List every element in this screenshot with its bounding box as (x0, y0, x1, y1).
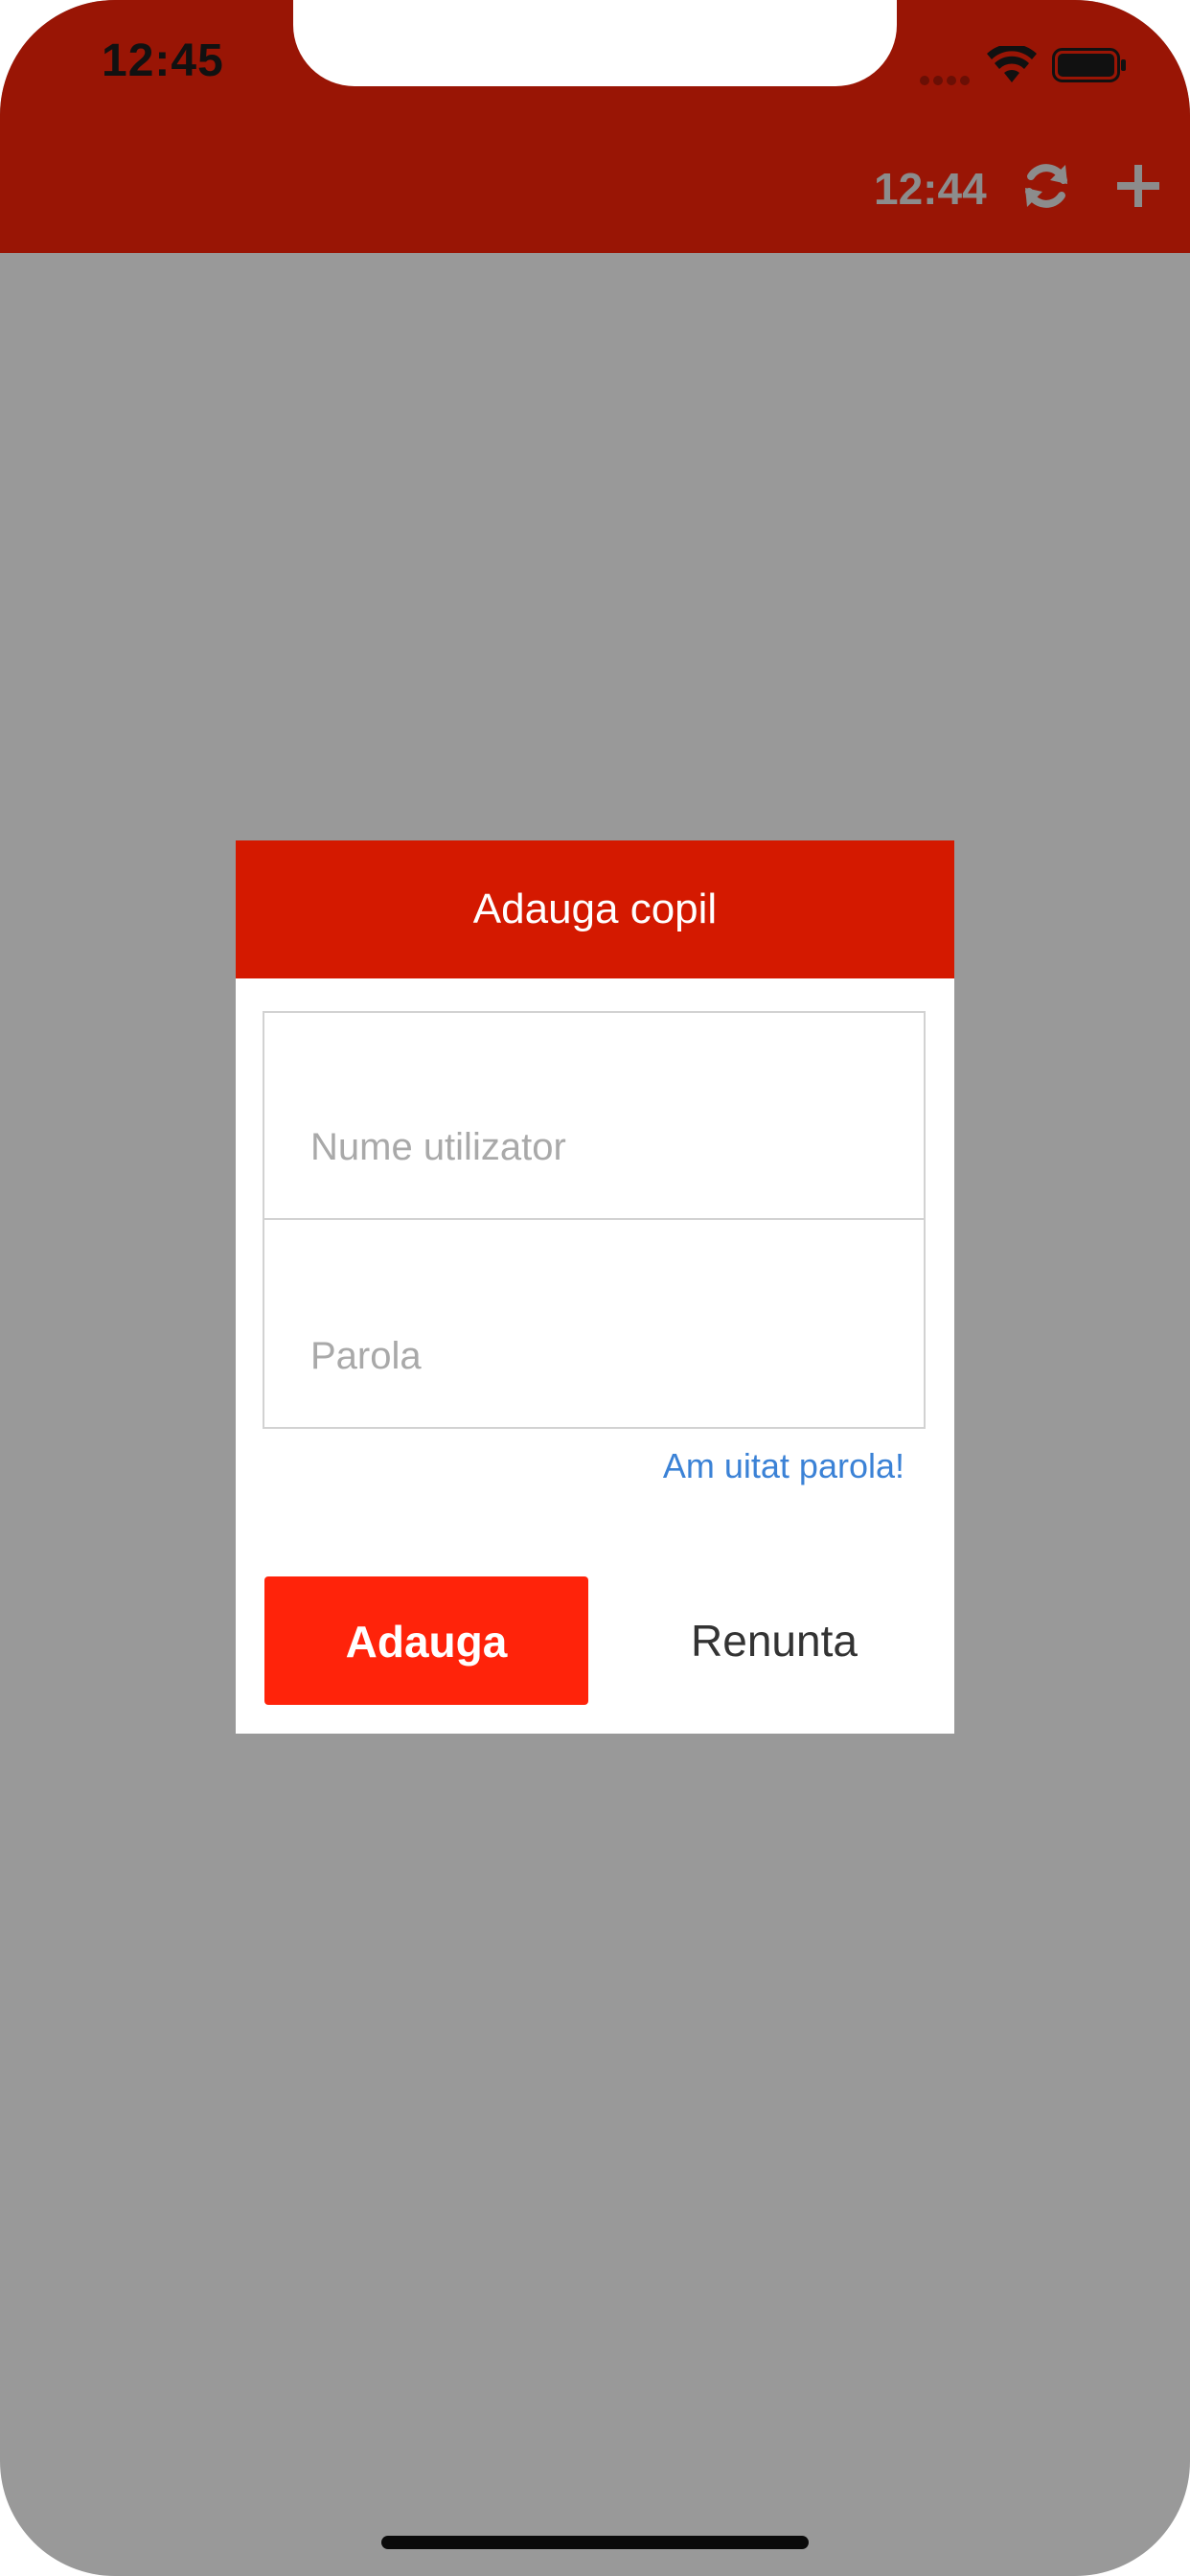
dialog-title: Adauga copil (472, 886, 718, 932)
login-fields-group (263, 1011, 926, 1429)
status-bar-time: 12:45 (102, 35, 224, 86)
dialog-header: Adauga copil (236, 840, 954, 978)
forgot-password-link[interactable]: Am uitat parola! (663, 1446, 904, 1486)
wifi-icon (987, 46, 1037, 82)
home-indicator (381, 2536, 809, 2549)
password-input[interactable] (310, 1327, 885, 1385)
app-screen: 12:45 12:44 Adauga copil Nume utilizator… (0, 0, 1190, 2576)
add-button[interactable]: Adauga (264, 1576, 588, 1705)
password-field-container (264, 1222, 924, 1429)
add-child-dialog: Adauga copil Am uitat parola! Adauga Ren… (236, 840, 954, 1734)
battery-icon (1052, 48, 1126, 82)
username-field-container (264, 1013, 924, 1220)
refresh-icon[interactable] (1021, 159, 1071, 213)
username-input[interactable] (310, 1118, 885, 1176)
plus-icon[interactable] (1115, 163, 1161, 209)
cancel-button[interactable]: Renunta (630, 1576, 918, 1705)
cellular-signal-icon (920, 73, 973, 85)
device-notch (293, 0, 897, 86)
nav-bar-time: 12:44 (874, 164, 987, 214)
